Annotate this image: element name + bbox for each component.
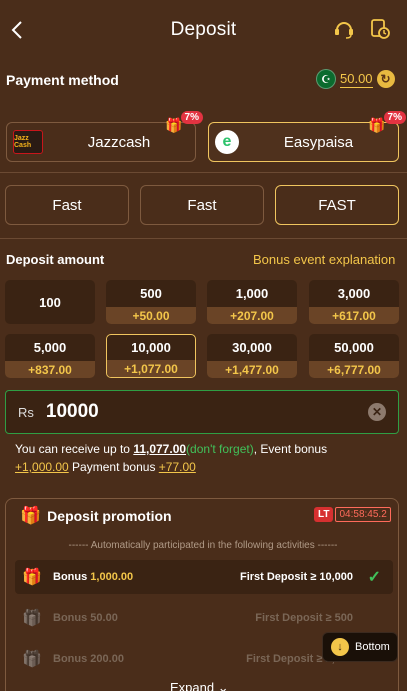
- bonus-value: 1,000.00: [90, 571, 134, 583]
- currency-symbol: Rs: [18, 404, 34, 420]
- amount-value: 3,000: [337, 286, 371, 301]
- gift-icon: 🎁: [20, 506, 42, 525]
- bonus-label: Bonus: [53, 571, 88, 583]
- receive-total: 11,077.00: [133, 442, 187, 456]
- chevron-down-icon: ⌄: [217, 680, 229, 691]
- gift-icon: 🎁: [165, 117, 183, 133]
- amount-input-field[interactable]: Rs 10000 ✕: [5, 390, 399, 434]
- jazzcash-logo: Jazz Cash: [13, 130, 43, 154]
- reminder-text: (don't forget): [186, 442, 254, 456]
- amount-bonus: +207.00: [207, 307, 297, 324]
- amount-value: 50,000: [334, 340, 374, 355]
- gift-box-icon: 🎁: [22, 569, 42, 586]
- amount-bonus: +1,477.00: [207, 361, 297, 378]
- bonus-text: Bonus 1,000.00: [53, 571, 133, 583]
- deposit-amount-label: Deposit amount: [6, 252, 105, 267]
- amount-option-selected[interactable]: 10,000 +1,077.00: [106, 334, 196, 378]
- divider: [0, 172, 407, 173]
- promo-tag: 🎁 7%: [165, 111, 203, 137]
- promotion-row[interactable]: 🎁 Bonus 1,000.00 First Deposit ≥ 10,000 …: [15, 560, 393, 594]
- promo-percent: 7%: [383, 111, 406, 124]
- amount-option[interactable]: 5,000 +837.00: [5, 334, 95, 378]
- expand-button[interactable]: Expand ⌄: [170, 680, 229, 691]
- check-icon: ✓: [367, 569, 381, 586]
- promotion-condition: First Deposit ≥ 500: [255, 612, 353, 624]
- promotion-row[interactable]: 🎁 Bonus 50.00 First Deposit ≥ 500: [15, 601, 393, 635]
- arrow-down-icon: ↓: [331, 638, 349, 656]
- amount-value: 30,000: [232, 340, 272, 355]
- bonus-text: Bonus 200.00: [53, 653, 124, 665]
- channel-option[interactable]: Fast: [5, 185, 129, 225]
- easypaisa-logo: e: [215, 130, 239, 154]
- amount-bonus: +6,777.00: [309, 361, 399, 378]
- countdown-timer: LT 04:58:45.2: [314, 507, 391, 522]
- promo-tag: 🎁 7%: [368, 111, 406, 137]
- payment-easypaisa[interactable]: e Easypaisa 🎁 7%: [208, 111, 406, 162]
- amount-value: 1,000: [235, 286, 269, 301]
- channel-option-selected[interactable]: FAST: [275, 185, 399, 225]
- countdown-value: 04:58:45.2: [335, 507, 391, 522]
- amount-option[interactable]: 3,000 +617.00: [309, 280, 399, 324]
- amount-bonus: +50.00: [106, 307, 196, 324]
- deposit-record-icon[interactable]: [369, 18, 391, 40]
- amount-bonus: +1,077.00: [107, 360, 195, 377]
- bonus-label: Bonus: [53, 653, 88, 665]
- amount-input-value[interactable]: 10000: [46, 401, 99, 423]
- payment-bonus-value: +77.00: [158, 460, 196, 474]
- header-bar: Deposit: [0, 0, 407, 60]
- amount-value: 100: [39, 294, 61, 310]
- back-arrow-icon[interactable]: [8, 18, 28, 42]
- promotion-condition: First Deposit ≥ 10,000: [239, 571, 353, 583]
- balance-amount: 50.00: [340, 70, 373, 88]
- promotion-title: Deposit promotion: [47, 508, 172, 524]
- promotion-header: 🎁 Deposit promotion: [20, 506, 172, 526]
- expand-label: Expand: [170, 680, 215, 691]
- payment-jazzcash[interactable]: Jazz Cash Jazzcash 🎁 7%: [6, 111, 203, 162]
- auto-participate-note: ------ Automatically participated in the…: [68, 540, 338, 551]
- pakistan-flag-icon: ☪: [316, 69, 336, 89]
- payment-bonus-label: Payment bonus: [68, 460, 159, 474]
- channel-option[interactable]: Fast: [140, 185, 264, 225]
- amount-bonus: +837.00: [5, 361, 95, 378]
- page-title: Deposit: [170, 19, 237, 40]
- bonus-explanation-link[interactable]: Bonus event explanation: [253, 252, 395, 267]
- limited-time-badge: LT: [314, 507, 334, 522]
- customer-service-icon[interactable]: [333, 18, 355, 40]
- amount-option[interactable]: 30,000 +1,477.00: [207, 334, 297, 378]
- bonus-text: Bonus 50.00: [53, 612, 118, 624]
- amount-value: 500: [140, 286, 162, 301]
- amount-value: 5,000: [33, 340, 67, 355]
- promo-percent: 7%: [180, 111, 203, 124]
- amount-value: 10,000: [131, 340, 171, 355]
- amount-bonus: +617.00: [309, 307, 399, 324]
- amount-option[interactable]: 50,000 +6,777.00: [309, 334, 399, 378]
- amount-option[interactable]: 500 +50.00: [106, 280, 196, 324]
- receive-summary: You can receive up to 11,077.00(don't fo…: [15, 440, 395, 476]
- event-bonus-value: +1,000.00: [15, 460, 69, 474]
- amount-option[interactable]: 100: [5, 280, 95, 324]
- gift-box-icon: 🎁: [22, 610, 42, 627]
- bonus-value: 200.00: [90, 653, 124, 665]
- balance-display: ☪ 50.00 ↻: [316, 68, 398, 90]
- bonus-label: Bonus: [53, 612, 88, 624]
- scroll-bottom-button[interactable]: ↓ Bottom: [322, 632, 398, 662]
- receive-prefix: You can receive up to: [15, 442, 134, 456]
- gift-box-icon: 🎁: [22, 651, 42, 668]
- payment-method-label: Payment method: [6, 72, 119, 88]
- refresh-icon[interactable]: ↻: [376, 70, 395, 88]
- event-bonus-label: , Event bonus: [253, 442, 328, 456]
- gift-icon: 🎁: [368, 117, 386, 133]
- bonus-value: 50.00: [90, 612, 118, 624]
- divider: [0, 238, 407, 239]
- bottom-label: Bottom: [355, 641, 390, 653]
- clear-icon[interactable]: ✕: [368, 403, 386, 421]
- amount-option[interactable]: 1,000 +207.00: [207, 280, 297, 324]
